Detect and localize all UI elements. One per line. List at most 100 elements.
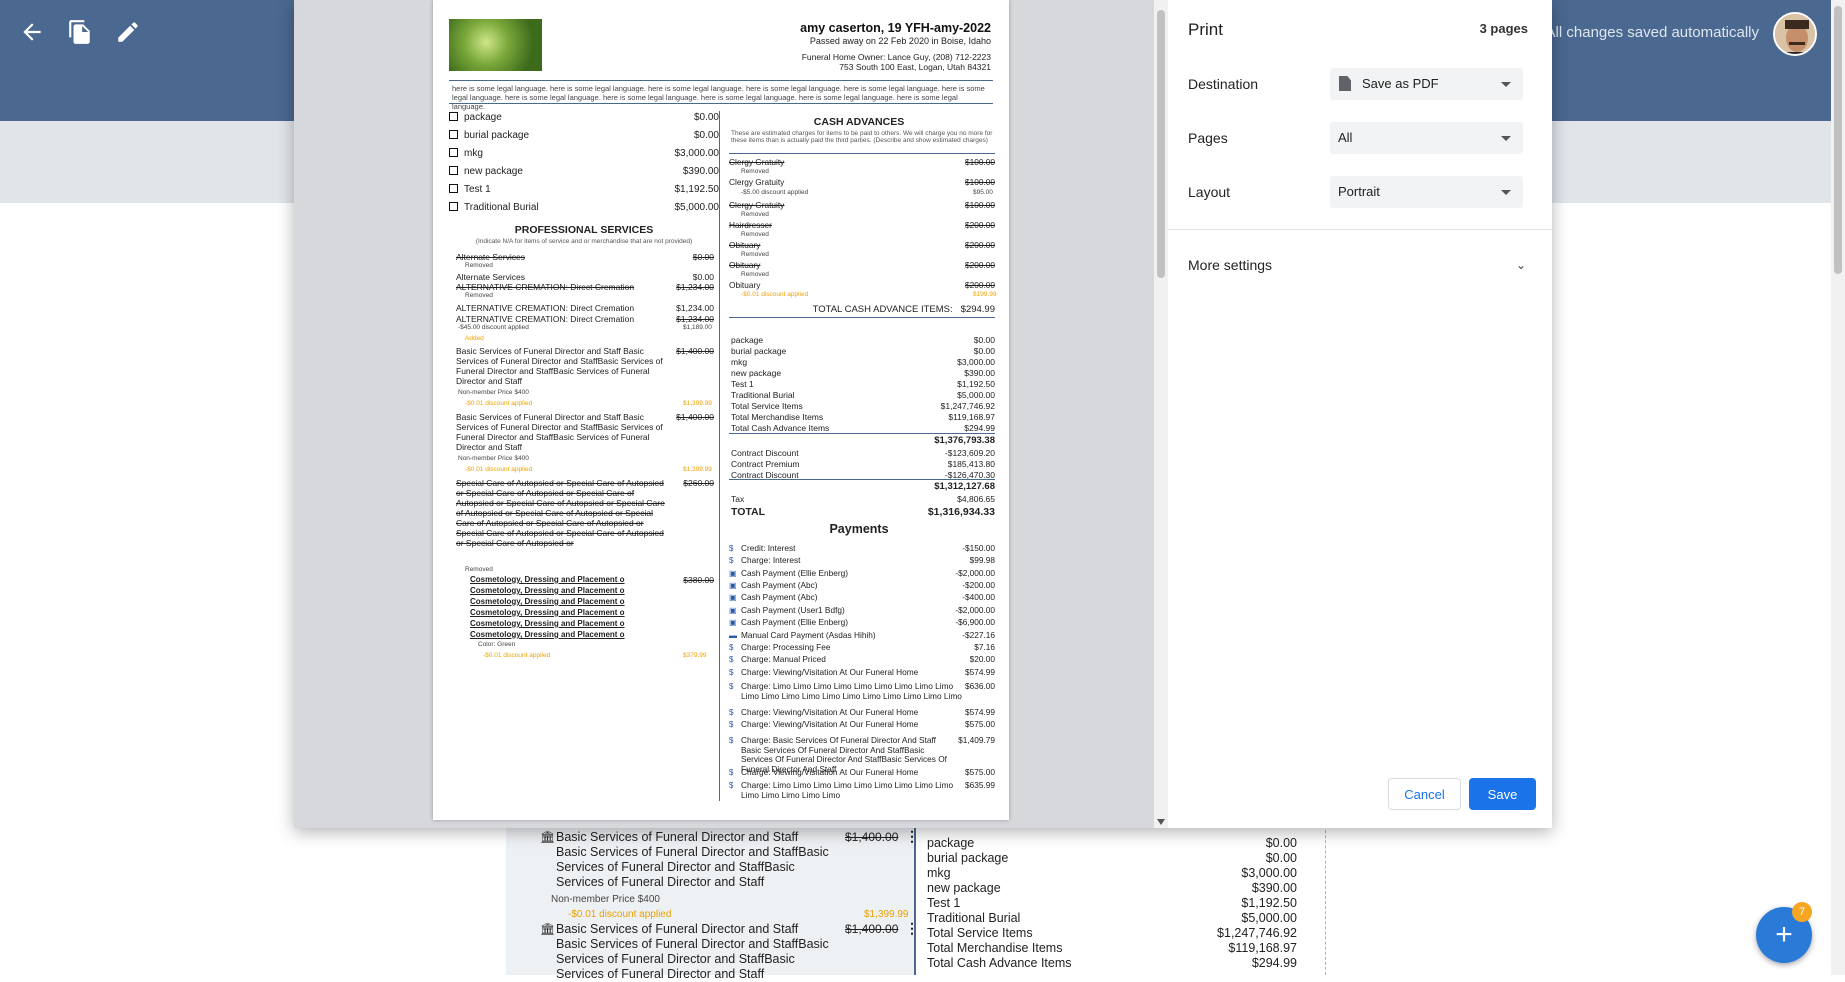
payment-row: ▬ Manual Card Payment (Asdas Hihih) -$227.… — [729, 630, 995, 640]
divider — [1168, 229, 1552, 230]
service-item: Cosmetology, Dressing and Placement o — [470, 586, 625, 595]
checkbox-icon — [449, 112, 458, 121]
pages-select[interactable]: All — [1330, 122, 1523, 154]
payment-icon: ▣ — [729, 581, 737, 590]
divider — [729, 153, 995, 154]
item-note: Added — [465, 335, 484, 342]
more-vert-icon[interactable]: ⋮ — [905, 920, 919, 937]
item-note: Color: Green — [478, 641, 516, 648]
payment-icon: ▬ — [729, 631, 737, 640]
invoice-summary-row: Total Cash Advance Items $294.99 — [927, 956, 1297, 970]
divider — [729, 479, 995, 480]
service-item: Cosmetology, Dressing and Placement o — [470, 619, 625, 628]
divider — [449, 80, 993, 81]
item-note: -$0.01 discount applied — [465, 466, 533, 473]
autosave-status: All changes saved automatically — [1545, 24, 1759, 41]
destination-label: Destination — [1188, 76, 1259, 92]
section-title: CASH ADVANCES — [813, 116, 905, 128]
cash-advance-item: Clergy Gratuity $100.00 — [729, 157, 995, 167]
invoice-item-name: Basic Services of Funeral Director and S… — [556, 922, 829, 981]
package-row: burial package $0.00 — [449, 130, 719, 141]
pages-label: Pages — [1188, 130, 1228, 146]
divider — [449, 103, 993, 104]
service-item: Basic Services of Funeral Director and S… — [456, 412, 714, 452]
checkbox-icon — [449, 148, 458, 157]
payment-icon: $ — [729, 682, 734, 691]
item-note: Non-member Price $400 — [458, 455, 529, 462]
payment-row: ▣ Cash Payment (Ellie Enberg) -$2,000.00 — [729, 568, 995, 578]
item-note: Removed — [741, 168, 769, 175]
more-settings-toggle[interactable]: More settings — [1188, 257, 1272, 273]
service-item: Special Care of Autopsied or Special Car… — [456, 478, 714, 548]
summary-row: new package $390.00 — [731, 368, 995, 378]
invoice-summary-row: Traditional Burial $5,000.00 — [927, 911, 1297, 925]
payment-icon: $ — [729, 708, 734, 717]
pages-value: All — [1338, 130, 1353, 145]
section-subtitle: These are estimated charges for items to… — [731, 130, 993, 144]
item-note: Removed — [465, 262, 493, 269]
cash-advance-item: Hairdresser $200.00 — [729, 220, 995, 230]
preview-scrollbar[interactable] — [1154, 0, 1168, 828]
item-note: -$0.01 discount applied — [741, 291, 809, 298]
section-subtitle: (Indicate N/A for items of service and o… — [475, 238, 693, 245]
section-title: PROFESSIONAL SERVICES — [514, 224, 654, 236]
print-title: Print — [1188, 20, 1223, 39]
summary-row: Contract Premium $185,413.80 — [731, 459, 995, 469]
more-vert-icon[interactable]: ⋮ — [905, 828, 919, 845]
payment-row: ▣ Cash Payment (Ellie Enberg) -$6,900.00 — [729, 617, 995, 627]
chevron-down-icon[interactable]: ⌄ — [1516, 258, 1526, 272]
legal-text: here is some legal language. here is som… — [452, 84, 985, 111]
scroll-down-icon[interactable] — [1157, 819, 1165, 825]
discount-note: -$0.01 discount applied — [568, 909, 672, 920]
cash-advance-item: Clergy Gratuity $100.00 — [729, 200, 995, 210]
nonmember-price: Non-member Price $400 — [551, 894, 660, 905]
item-note-price: $1,189.00 — [683, 324, 712, 331]
summary-row: package $0.00 — [731, 335, 995, 345]
payment-row: $ Charge: Viewing/Visitation At Our Funer… — [729, 707, 995, 717]
notification-badge: 7 — [1792, 902, 1812, 922]
payment-row: $ Charge: Viewing/Visitation At Our Funer… — [729, 719, 995, 729]
summary-row: mkg $3,000.00 — [731, 357, 995, 367]
cancel-button[interactable]: Cancel — [1388, 778, 1461, 810]
checkbox-icon — [449, 166, 458, 175]
service-item: Cosmetology, Dressing and Placement o — [470, 630, 625, 639]
service-item: ALTERNATIVE CREMATION: Direct Cremation $… — [456, 303, 714, 313]
destination-value: Save as PDF — [1362, 76, 1439, 91]
invoice-summary-row: burial package $0.00 — [927, 851, 1297, 865]
service-item: ALTERNATIVE CREMATION: Direct Cremation $… — [456, 282, 714, 292]
layout-select[interactable]: Portrait — [1330, 176, 1523, 208]
document-icon — [1339, 76, 1351, 91]
avatar[interactable] — [1773, 12, 1817, 56]
payment-row: $ Charge: Viewing/Visitation At Our Funer… — [729, 667, 995, 677]
print-settings: Print 3 pages Destination Save as PDF Pa… — [1168, 0, 1552, 828]
payment-row: $ Charge: Limo Limo Limo Limo Limo Limo L… — [729, 681, 995, 701]
item-note: Removed — [741, 231, 769, 238]
package-row: Test 1 $1,192.50 — [449, 184, 719, 195]
copy-icon[interactable] — [65, 17, 95, 47]
payment-row: $ Charge: Manual Priced $20.00 — [729, 654, 995, 664]
summary-row: Contract Discount -$123,609.20 — [731, 448, 995, 458]
preview-page: amy caserton, 19 YFH-amy-2022 Passed awa… — [433, 0, 1009, 820]
invoice-item-name: Basic Services of Funeral Director and S… — [556, 830, 829, 889]
package-row: new package $390.00 — [449, 166, 719, 177]
checkbox-icon — [449, 184, 458, 193]
item-note: -$0.01 discount applied — [483, 652, 551, 659]
payment-icon: ▣ — [729, 618, 737, 627]
payment-icon: $ — [729, 781, 734, 790]
summary-row: burial package $0.00 — [731, 346, 995, 356]
pencil-icon[interactable] — [113, 17, 143, 47]
destination-select[interactable]: Save as PDF — [1330, 68, 1523, 100]
payment-row: ▣ Cash Payment (User1 Bdfg) -$2,000.00 — [729, 605, 995, 615]
page-scrollbar[interactable] — [1831, 0, 1845, 975]
summary-row: Total Service Items $1,247,746.92 — [731, 401, 995, 411]
address: 753 South 100 East, Logan, Utah 84321 — [839, 62, 991, 72]
arrow-left-icon[interactable] — [17, 17, 47, 47]
bank-icon: 🏛 — [540, 830, 556, 844]
caret-down-icon — [1501, 190, 1511, 195]
tax-row: Tax $4,806.65 — [731, 494, 995, 504]
summary-row: Traditional Burial $5,000.00 — [731, 390, 995, 400]
save-button[interactable]: Save — [1469, 778, 1536, 810]
funeral-home-logo — [449, 19, 542, 71]
package-row: package $0.00 — [449, 112, 719, 123]
summary-row: Total Cash Advance Items $294.99 — [731, 423, 995, 433]
